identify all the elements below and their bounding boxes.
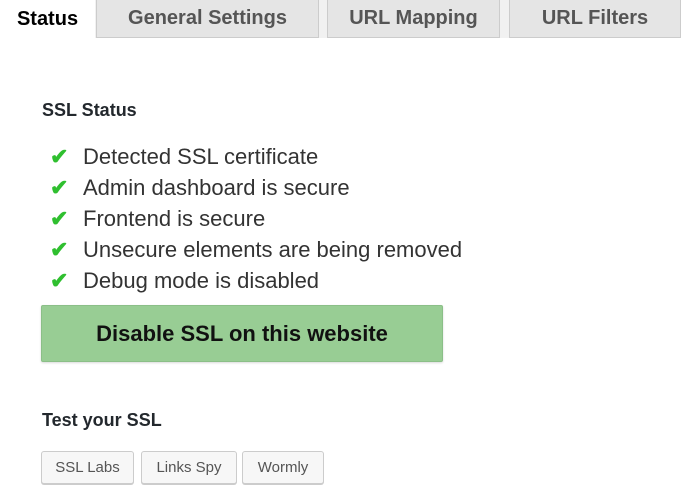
test-ssl-heading: Test your SSL [42, 410, 162, 430]
status-item: ✔ Debug mode is disabled [50, 265, 462, 296]
tab-status[interactable]: Status [0, 0, 95, 38]
tab-url-filters[interactable]: URL Filters [509, 0, 681, 38]
tab-bar: Status General Settings URL Mapping URL … [0, 0, 681, 38]
wormly-button[interactable]: Wormly [242, 451, 324, 484]
status-text: Detected SSL certificate [83, 143, 319, 169]
status-item: ✔ Admin dashboard is secure [50, 172, 462, 203]
disable-ssl-button[interactable]: Disable SSL on this website [41, 305, 443, 362]
ssl-status-list: ✔ Detected SSL certificate ✔ Admin dashboa… [50, 141, 462, 296]
checkmark-icon: ✔ [50, 205, 69, 231]
tab-general-settings[interactable]: General Settings [96, 0, 319, 38]
ssl-status-heading: SSL Status [42, 100, 137, 120]
links-spy-button[interactable]: Links Spy [141, 451, 237, 484]
status-item: ✔ Unsecure elements are being removed [50, 234, 462, 265]
checkmark-icon: ✔ [50, 174, 69, 200]
status-item: ✔ Frontend is secure [50, 203, 462, 234]
checkmark-icon: ✔ [50, 267, 69, 293]
status-item: ✔ Detected SSL certificate [50, 141, 462, 172]
status-text: Unsecure elements are being removed [83, 236, 463, 262]
checkmark-icon: ✔ [50, 143, 69, 169]
ssl-labs-button[interactable]: SSL Labs [41, 451, 134, 484]
status-text: Frontend is secure [83, 205, 266, 231]
checkmark-icon: ✔ [50, 236, 69, 262]
status-text: Admin dashboard is secure [83, 174, 350, 200]
tab-url-mapping[interactable]: URL Mapping [327, 0, 500, 38]
status-text: Debug mode is disabled [83, 267, 320, 293]
